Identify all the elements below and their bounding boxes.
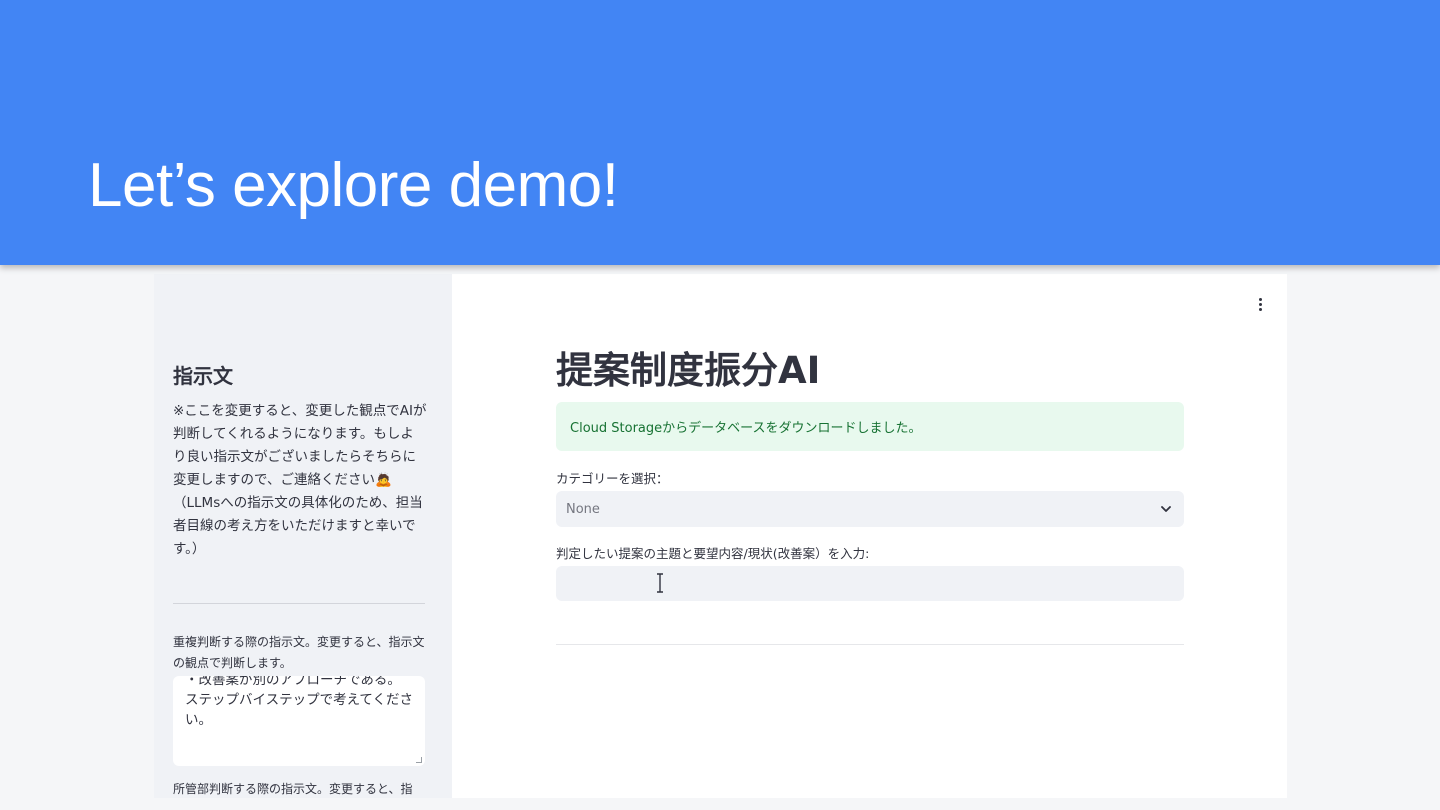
app-title: 提案制度振分AI bbox=[556, 349, 821, 392]
slide-header: Let’s explore demo! bbox=[0, 0, 1440, 265]
chevron-down-icon bbox=[1161, 506, 1171, 512]
success-message: Cloud Storageからデータベースをダウンロードしました。 bbox=[570, 421, 922, 436]
slide-title: Let’s explore demo! bbox=[88, 151, 619, 220]
main-divider bbox=[556, 644, 1184, 645]
category-select[interactable]: None bbox=[556, 491, 1184, 527]
duplicate-prompt-textarea[interactable]: ・改善案が別のアプローチである。 ステップバイステップで考えてください。 bbox=[173, 676, 425, 766]
sidebar-description: ※ここを変更すると、変更した観点でAIが判断してくれるようになります。もしより良… bbox=[173, 403, 427, 557]
proposal-label: 判定したい提案の主題と要望内容/現状(改善案）を入力: bbox=[556, 546, 870, 561]
sidebar: 指示文 ※ここを変更すると、変更した観点でAIが判断してくれるようになります。も… bbox=[154, 274, 452, 798]
proposal-input[interactable] bbox=[556, 566, 1184, 601]
duplicate-prompt-text: ・改善案が別のアプローチである。 ステップバイステップで考えてください。 bbox=[185, 676, 414, 728]
sidebar-heading: 指示文 bbox=[173, 364, 233, 388]
department-prompt-label: 所管部判断する際の指示文。変更すると、指 bbox=[173, 782, 413, 796]
app-screenshot: 指示文 ※ここを変更すると、変更した観点でAIが判断してくれるようになります。も… bbox=[154, 274, 1287, 798]
resize-grip-icon[interactable] bbox=[416, 757, 422, 763]
category-selected-value: None bbox=[566, 501, 600, 517]
success-alert: Cloud Storageからデータベースをダウンロードしました。 bbox=[556, 402, 1184, 451]
text-cursor-icon bbox=[657, 573, 663, 593]
kebab-menu-icon[interactable] bbox=[1252, 294, 1268, 314]
duplicate-prompt-label: 重複判断する際の指示文。変更すると、指示文の観点で判断します。 bbox=[173, 635, 425, 670]
category-label: カテゴリーを選択： bbox=[556, 471, 669, 486]
sidebar-divider bbox=[173, 603, 425, 604]
